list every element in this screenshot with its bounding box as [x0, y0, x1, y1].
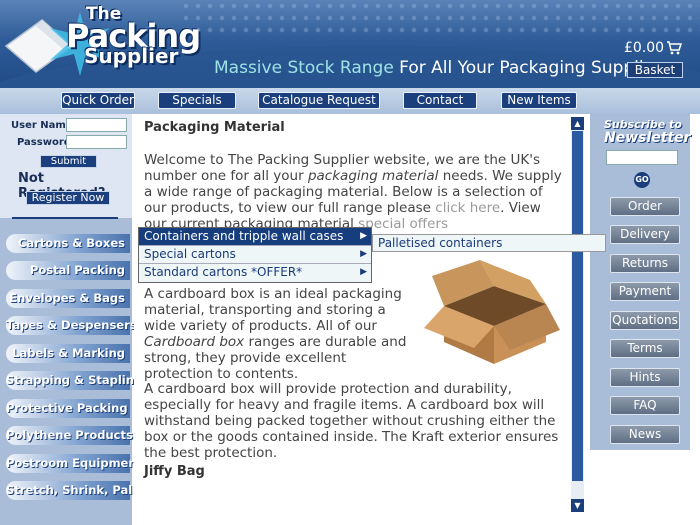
top-navigation: Quick Order Specials Catalogue Request C…: [0, 88, 700, 114]
content-scrollbar[interactable]: ▲ ▼: [571, 117, 584, 512]
category-tapes-dispensers[interactable]: Tapes & Despensers: [6, 316, 137, 335]
scroll-up-icon[interactable]: ▲: [571, 117, 584, 130]
cartons-dropdown-menu: Containers and tripple wall cases ▶ Spec…: [138, 227, 372, 283]
side-delivery-button[interactable]: Delivery: [610, 225, 680, 244]
side-quotations-button[interactable]: Quotations: [610, 311, 680, 330]
left-sidebar: User Name Password Submit Not Registered…: [0, 114, 149, 525]
side-hints-button[interactable]: Hints: [610, 368, 680, 387]
submenu-arrow-icon: ▶: [360, 249, 367, 259]
username-input[interactable]: [66, 118, 127, 132]
side-order-button[interactable]: Order: [610, 197, 680, 216]
site-tagline: Massive Stock Range For All Your Packagi…: [214, 58, 663, 78]
scroll-thumb[interactable]: [572, 131, 583, 481]
logo-supplier: Supplier: [84, 44, 179, 68]
menu-item-tripple-wall[interactable]: Containers and tripple wall cases ▶: [139, 228, 371, 246]
jiffy-bag-heading: Jiffy Bag: [144, 464, 205, 479]
intro-paragraph: Welcome to The Packing Supplier website,…: [144, 152, 564, 232]
category-postroom-equipment[interactable]: Postroom Equipment: [6, 454, 142, 473]
cardboard-paragraph: A cardboard box is an ideal packaging ma…: [144, 286, 416, 382]
submit-button[interactable]: Submit: [40, 155, 97, 168]
newsletter-go-button[interactable]: GO: [634, 172, 650, 188]
nav-catalogue-request[interactable]: Catalogue Request: [258, 92, 380, 109]
right-panel: Subscribe to Newsletter GO Order Deliver…: [590, 114, 691, 450]
menu-item-special-cartons[interactable]: Special cartons ▶: [139, 246, 371, 264]
protection-paragraph: A cardboard box will provide protection …: [144, 381, 559, 461]
category-cartons-boxes[interactable]: Cartons & Boxes: [6, 234, 130, 253]
side-returns-button[interactable]: Returns: [610, 254, 680, 273]
site-logo[interactable]: The Packing Supplier: [0, 0, 201, 80]
basket-button[interactable]: Basket: [627, 62, 683, 78]
category-strapping-stapling[interactable]: Strapping & Stapling: [6, 371, 142, 390]
nav-quick-order[interactable]: Quick Order: [61, 92, 135, 109]
right-sidebar: Subscribe to Newsletter GO Order Deliver…: [590, 114, 700, 525]
newsletter-email-input[interactable]: [606, 150, 678, 165]
category-protective-packing[interactable]: Protective Packing: [6, 399, 130, 418]
shopping-cart-icon[interactable]: [666, 41, 682, 55]
register-button[interactable]: Register Now: [26, 191, 110, 205]
main-content: Packaging Material Welcome to The Packin…: [134, 114, 570, 525]
tagline-rest: For All Your Packaging Supplies: [393, 58, 663, 78]
menu-item-standard-cartons[interactable]: Standard cartons *OFFER* ▶: [139, 264, 371, 282]
sidebar-divider: [12, 217, 118, 219]
password-input[interactable]: [66, 135, 127, 149]
category-labels-marking[interactable]: Labels & Marking: [6, 344, 130, 363]
newsletter-label: Newsletter: [604, 130, 691, 146]
basket-total: £0.00: [624, 40, 665, 56]
side-terms-button[interactable]: Terms: [610, 339, 680, 358]
password-label: Password: [17, 137, 71, 148]
category-polythene-products[interactable]: Polythene Products: [6, 426, 133, 445]
username-label: User Name: [11, 120, 73, 131]
tagline-highlight: Massive Stock Range: [214, 58, 394, 78]
nav-specials[interactable]: Specials: [158, 92, 236, 109]
submenu-arrow-icon: ▶: [360, 267, 367, 277]
click-here-link[interactable]: click here: [435, 200, 500, 216]
nav-new-items[interactable]: New Items: [501, 92, 577, 109]
cardboard-box-image: [424, 260, 560, 364]
side-news-button[interactable]: News: [610, 425, 680, 444]
nav-contact[interactable]: Contact: [403, 92, 477, 109]
login-panel: User Name Password Submit Not Registered…: [0, 114, 132, 218]
para2-emphasis: Cardboard box: [144, 334, 245, 350]
side-faq-button[interactable]: FAQ: [610, 396, 680, 415]
menu-item-label: Containers and tripple wall cases: [144, 229, 344, 243]
side-payment-button[interactable]: Payment: [610, 282, 680, 301]
scroll-down-icon[interactable]: ▼: [571, 499, 584, 512]
para2-text-1: A cardboard box is an ideal packaging ma…: [144, 286, 402, 334]
category-postal-packing[interactable]: Postal Packing: [6, 261, 130, 280]
submenu-palletised-containers[interactable]: Palletised containers: [372, 234, 606, 252]
submenu-arrow-icon: ▶: [360, 231, 367, 241]
menu-item-label: Special cartons: [144, 247, 236, 261]
intro-emphasis: packaging material: [307, 168, 439, 184]
page-title: Packaging Material: [144, 120, 285, 135]
category-envelopes-bags[interactable]: Envelopes & Bags: [6, 289, 130, 308]
site-header: The Packing Supplier Massive Stock Range…: [0, 0, 700, 88]
menu-item-label: Standard cartons *OFFER*: [144, 265, 303, 279]
category-stretch-shrink-pallet[interactable]: Stretch, Shrink, Pallet: [6, 481, 149, 500]
